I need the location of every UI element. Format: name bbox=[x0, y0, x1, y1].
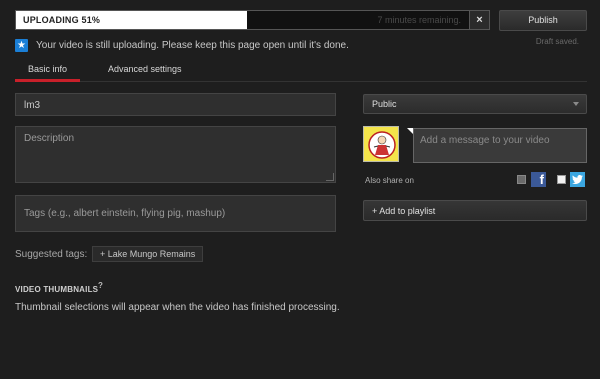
active-tab-indicator bbox=[15, 79, 80, 82]
description-textarea[interactable]: Description bbox=[15, 126, 336, 183]
suggested-tag-button[interactable]: + Lake Mungo Remains bbox=[92, 246, 204, 262]
share-message-input[interactable]: Add a message to your video bbox=[413, 128, 587, 163]
twitter-icon[interactable] bbox=[570, 172, 585, 187]
cancel-upload-button[interactable]: × bbox=[470, 10, 490, 30]
also-share-label: Also share on bbox=[365, 176, 414, 185]
share-message-placeholder: Add a message to your video bbox=[420, 135, 550, 146]
resize-grip[interactable] bbox=[326, 173, 334, 181]
title-input[interactable]: lm3 bbox=[15, 93, 336, 116]
add-to-playlist-button[interactable]: + Add to playlist bbox=[363, 200, 587, 221]
tab-advanced-settings[interactable]: Advanced settings bbox=[108, 64, 182, 82]
tags-input[interactable]: Tags (e.g., albert einstein, flying pig,… bbox=[15, 195, 336, 232]
tags-placeholder: Tags (e.g., albert einstein, flying pig,… bbox=[24, 208, 226, 219]
chevron-down-icon bbox=[573, 102, 579, 106]
avatar bbox=[363, 126, 399, 162]
video-thumbnails-heading: VIDEO THUMBNAILS bbox=[15, 285, 99, 294]
upload-notice: Your video is still uploading. Please ke… bbox=[36, 40, 349, 51]
draft-status: Draft saved. bbox=[535, 37, 579, 46]
suggested-tags-label: Suggested tags: bbox=[15, 249, 88, 260]
facebook-share-checkbox[interactable] bbox=[517, 175, 526, 184]
twitter-bird-glyph bbox=[572, 175, 583, 184]
privacy-select[interactable]: Public bbox=[363, 94, 587, 114]
publish-button[interactable]: Publish bbox=[499, 10, 587, 31]
star-icon: ★ bbox=[15, 39, 28, 52]
twitter-share-checkbox[interactable] bbox=[557, 175, 566, 184]
upload-progress-bar: UPLOADING 51% 7 minutes remaining. bbox=[15, 10, 470, 30]
description-placeholder: Description bbox=[24, 133, 75, 144]
upload-time-remaining: 7 minutes remaining. bbox=[377, 15, 461, 25]
tabs-divider bbox=[15, 81, 587, 82]
upload-status-label: UPLOADING 51% bbox=[23, 15, 101, 25]
avatar-image bbox=[364, 127, 398, 161]
thumbnails-note: Thumbnail selections will appear when th… bbox=[15, 302, 340, 313]
help-icon[interactable]: ? bbox=[98, 281, 103, 290]
privacy-value: Public bbox=[372, 99, 397, 109]
facebook-icon[interactable]: f bbox=[531, 172, 546, 187]
